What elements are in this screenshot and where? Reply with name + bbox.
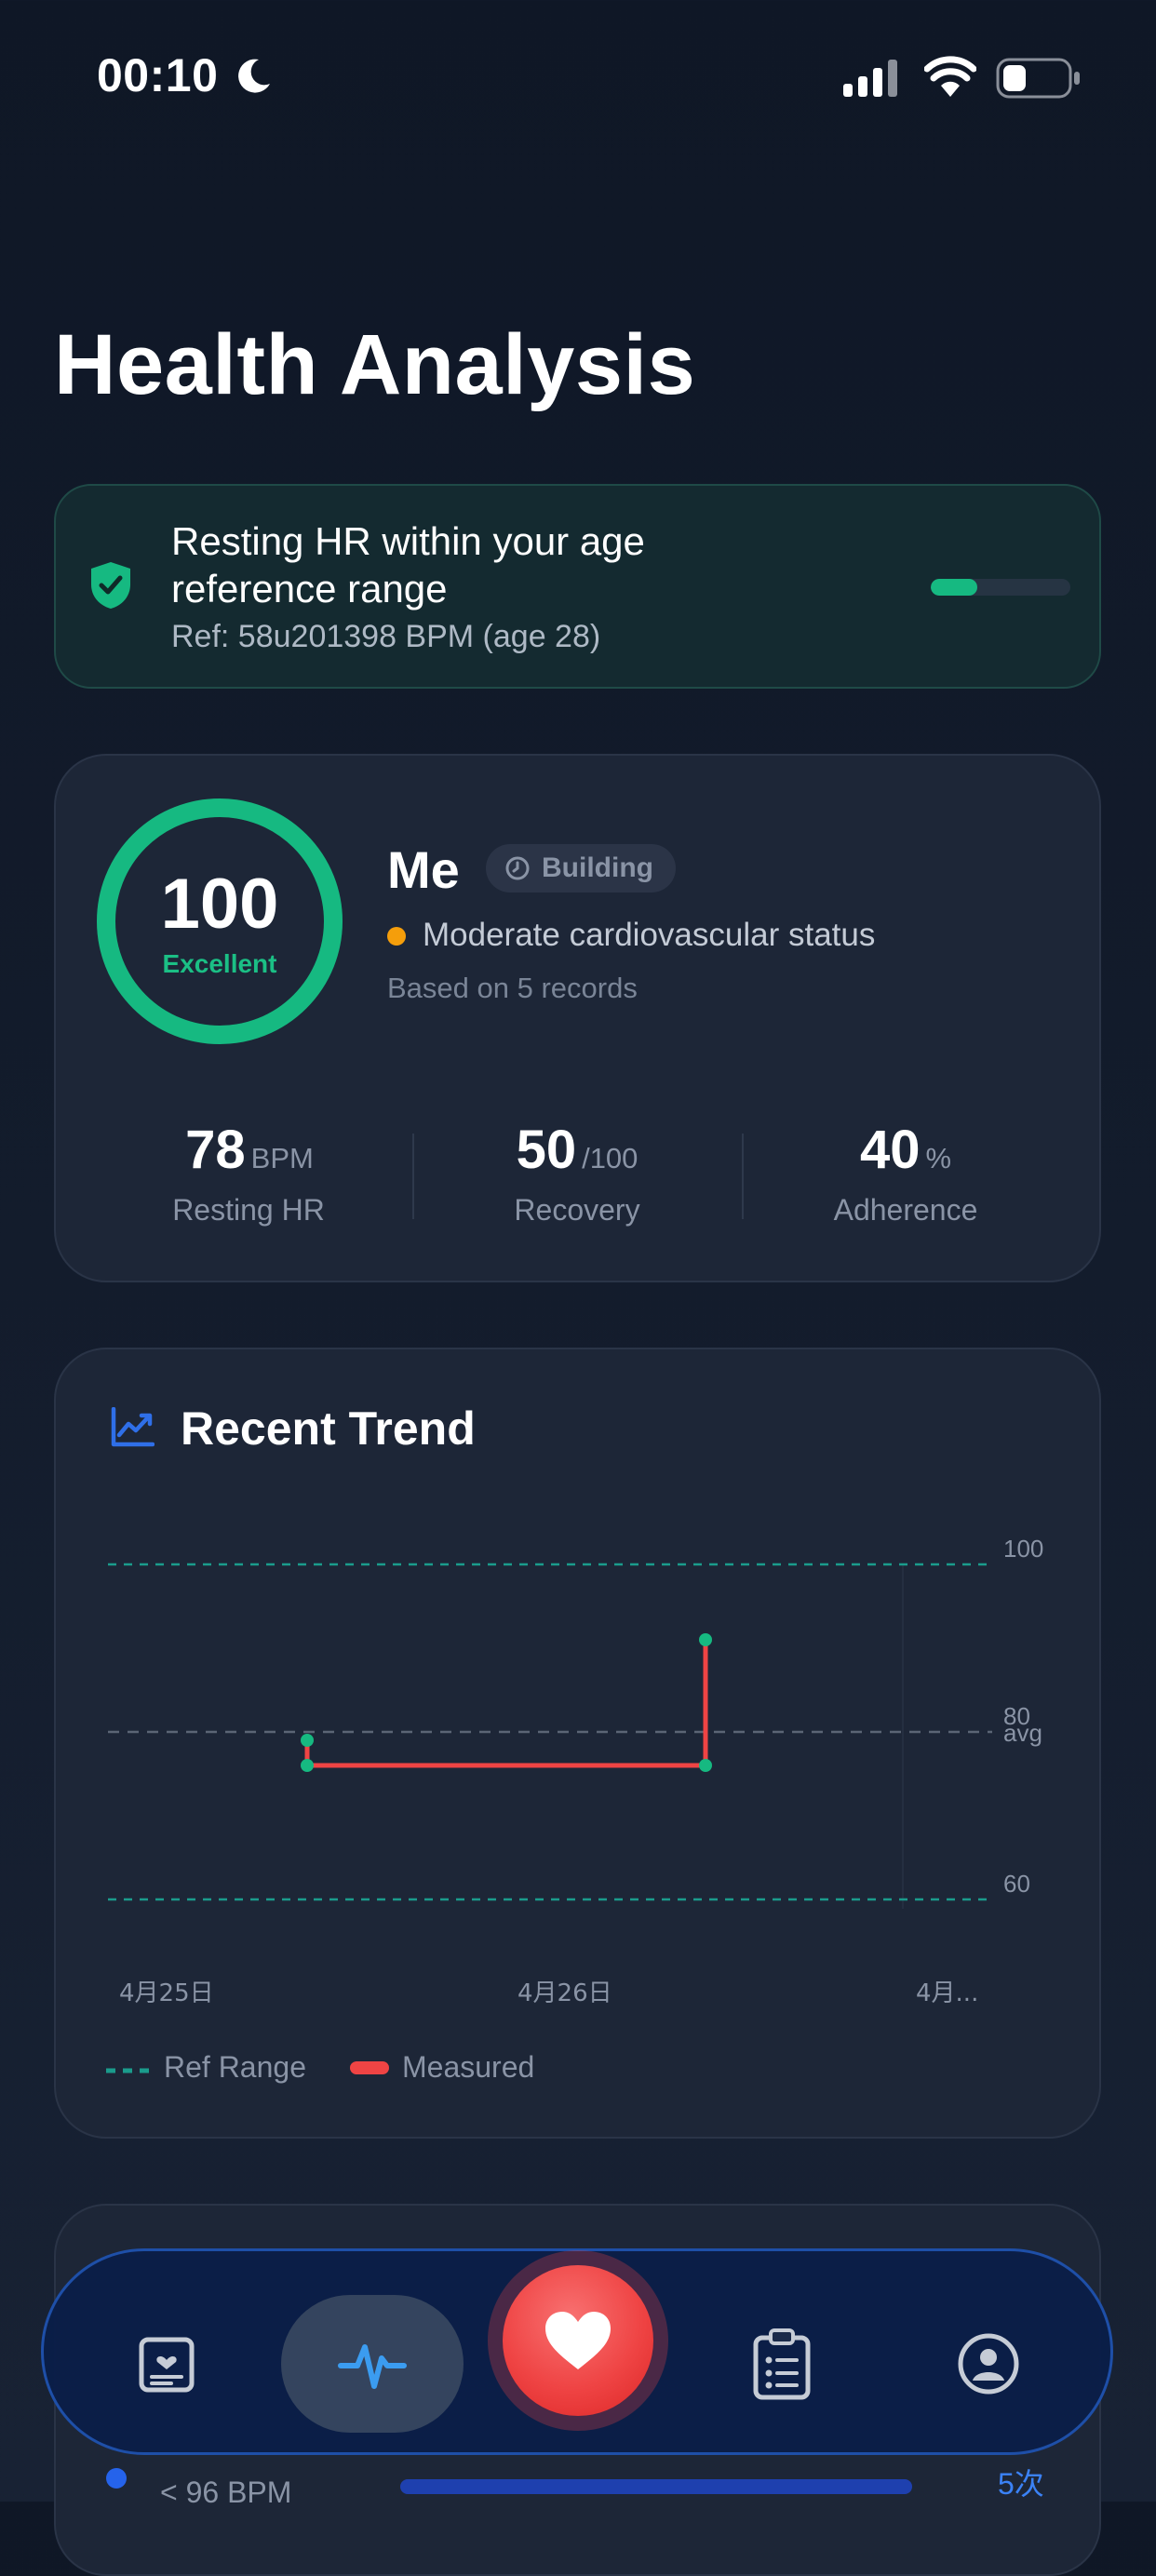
legend-measured: Measured xyxy=(402,2050,535,2084)
chart-avg-label: avg xyxy=(1003,1719,1042,1747)
legend-ref-swatch xyxy=(106,2068,155,2073)
distribution-count: 5次 xyxy=(998,2467,1044,2501)
distribution-bar xyxy=(400,2479,912,2494)
nav-profile[interactable] xyxy=(946,2321,1031,2407)
health-record-icon xyxy=(139,2337,195,2393)
distribution-dot xyxy=(106,2468,127,2489)
nav-heart-button[interactable] xyxy=(503,2265,653,2416)
legend-measured-swatch xyxy=(350,2061,389,2074)
chart-x-tick-label: 4月... xyxy=(916,1979,978,2007)
distribution-range: < 96 BPM xyxy=(160,2475,292,2509)
clipboard-list-icon xyxy=(753,2328,811,2400)
nav-analysis[interactable] xyxy=(281,2295,464,2433)
chart-y-tick-label: 60 xyxy=(1003,1870,1030,1898)
trend-chart: 1008060avg4月25日 4月26日 4月... xyxy=(108,1535,1043,2007)
legend-ref-range: Ref Range xyxy=(164,2050,306,2084)
chart-x-tick-label: 4月25日 xyxy=(119,1979,214,2007)
nav-health-record[interactable] xyxy=(125,2323,208,2407)
nav-tasks[interactable] xyxy=(739,2321,825,2407)
chart-x-tick-label: 4月26日 xyxy=(518,1979,612,2007)
heart-icon xyxy=(545,2312,611,2369)
chart-point xyxy=(301,1734,314,1747)
chart-point xyxy=(699,1633,712,1646)
chart-point xyxy=(301,1759,314,1772)
chart-point xyxy=(699,1759,712,1772)
profile-icon xyxy=(958,2333,1019,2395)
heartbeat-pulse-icon xyxy=(338,2344,407,2389)
chart-y-tick-label: 100 xyxy=(1003,1535,1043,1563)
chart-series-line xyxy=(304,1640,708,1768)
